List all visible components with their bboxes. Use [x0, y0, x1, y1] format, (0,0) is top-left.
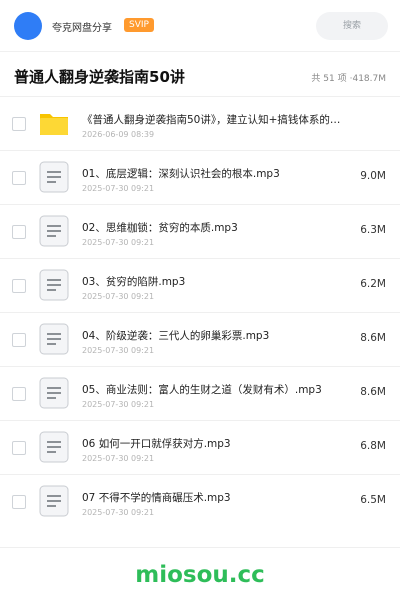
file-size: 8.6M [360, 386, 386, 398]
folder-title-bar: 普通人翻身逆袭指南50讲 共 51 项 ·418.7M [0, 52, 400, 96]
file-row[interactable]: 05、商业法则：富人的生财之道（发财有术）.mp3 2025-07-30 09:… [0, 366, 400, 420]
row-checkbox[interactable] [12, 225, 26, 239]
app-header: 夸克网盘分享 SVIP 搜索 [0, 0, 400, 52]
row-checkbox[interactable] [12, 387, 26, 401]
file-name: 01、底层逻辑：深刻认识社会的根本.mp3 [82, 168, 280, 180]
svip-badge: SVIP [124, 18, 154, 32]
row-checkbox[interactable] [12, 333, 26, 347]
file-row[interactable]: 02、思维枷锁：贫穷的本质.mp3 2025-07-30 09:21 6.3M [0, 204, 400, 258]
item-count: 共 51 项 [311, 74, 347, 84]
file-date: 2025-07-30 09:21 [82, 292, 155, 301]
file-row[interactable]: 《普通人翻身逆袭指南50讲》，建立认知+搞钱体系的… 2026-06-09 08… [0, 96, 400, 150]
file-row[interactable]: 06 如何一开口就俘获对方.mp3 2025-07-30 09:21 6.8M [0, 420, 400, 474]
list-end-divider [0, 547, 400, 548]
avatar[interactable] [14, 12, 42, 40]
row-checkbox[interactable] [12, 441, 26, 455]
file-name: 06 如何一开口就俘获对方.mp3 [82, 438, 231, 450]
file-date: 2025-07-30 09:21 [82, 346, 155, 355]
row-checkbox[interactable] [12, 171, 26, 185]
file-name: 05、商业法则：富人的生财之道（发财有术）.mp3 [82, 384, 322, 396]
search-input[interactable]: 搜索 [316, 12, 388, 40]
file-size: 6.8M [360, 440, 386, 452]
file-size: 8.6M [360, 332, 386, 344]
file-size: 6.2M [360, 278, 386, 290]
file-date: 2025-07-30 09:21 [82, 238, 155, 247]
file-date: 2025-07-30 09:21 [82, 400, 155, 409]
audio-file-icon [39, 215, 69, 247]
file-date: 2025-07-30 09:21 [82, 508, 155, 517]
file-date: 2025-07-30 09:21 [82, 184, 155, 193]
folder-icon [40, 114, 68, 135]
file-row[interactable]: 01、底层逻辑：深刻认识社会的根本.mp3 2025-07-30 09:21 9… [0, 150, 400, 204]
file-row[interactable]: 03、贫穷的陷阱.mp3 2025-07-30 09:21 6.2M [0, 258, 400, 312]
total-size: 418.7M [352, 74, 386, 84]
page-title: 普通人翻身逆袭指南50讲 [14, 68, 185, 86]
file-name: 02、思维枷锁：贫穷的本质.mp3 [82, 222, 238, 234]
file-size: 9.0M [360, 170, 386, 182]
audio-file-icon [39, 431, 69, 463]
share-owner-name: 夸克网盘分享 [52, 23, 112, 34]
file-size: 6.5M [360, 494, 386, 506]
site-watermark: miosou.cc [135, 562, 265, 588]
folder-summary: 共 51 项 ·418.7M [311, 74, 386, 84]
file-name: 07 不得不学的情商碾压术.mp3 [82, 492, 231, 504]
row-checkbox[interactable] [12, 279, 26, 293]
audio-file-icon [39, 323, 69, 355]
row-checkbox[interactable] [12, 495, 26, 509]
row-checkbox[interactable] [12, 117, 26, 131]
file-date: 2025-07-30 09:21 [82, 454, 155, 463]
file-name: 04、阶级逆袭：三代人的卵巢彩票.mp3 [82, 330, 270, 342]
file-row[interactable]: 04、阶级逆袭：三代人的卵巢彩票.mp3 2025-07-30 09:21 8.… [0, 312, 400, 366]
file-date: 2026-06-09 08:39 [82, 130, 155, 139]
file-row[interactable]: 07 不得不学的情商碾压术.mp3 2025-07-30 09:21 6.5M [0, 474, 400, 528]
audio-file-icon [39, 269, 69, 301]
file-size: 6.3M [360, 224, 386, 236]
file-name: 03、贫穷的陷阱.mp3 [82, 276, 186, 288]
audio-file-icon [39, 377, 69, 409]
audio-file-icon [39, 161, 69, 193]
file-name: 《普通人翻身逆袭指南50讲》，建立认知+搞钱体系的… [82, 114, 341, 126]
audio-file-icon [39, 485, 69, 517]
